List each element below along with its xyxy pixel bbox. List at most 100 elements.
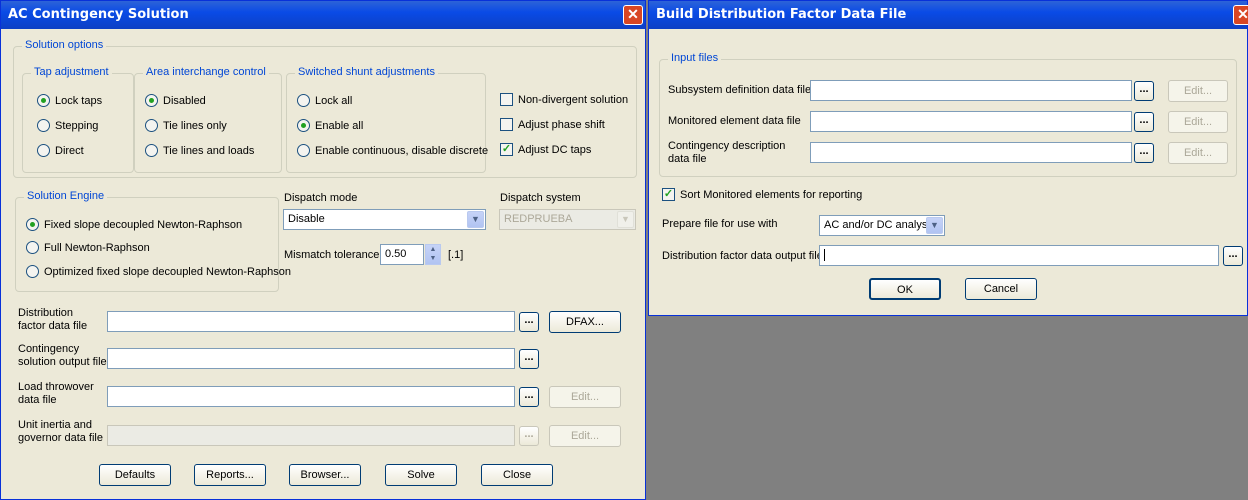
- radio-icon: [297, 144, 310, 157]
- subsystem-file-input[interactable]: [810, 80, 1132, 101]
- output-label: Distribution factor data output file: [662, 250, 823, 262]
- file-label: Contingency description data file: [668, 140, 786, 165]
- edit-button[interactable]: Edit...: [1168, 142, 1228, 164]
- sort-monitored-checkbox[interactable]: ✓ Sort Monitored elements for reporting: [662, 188, 862, 201]
- radio-icon: [297, 94, 310, 107]
- checkbox-icon: [500, 118, 513, 131]
- radio-label: Tie lines and loads: [163, 144, 255, 157]
- edit-button[interactable]: Edit...: [549, 386, 621, 408]
- load-throwover-input[interactable]: [107, 386, 515, 407]
- radio-enable-all[interactable]: Enable all: [297, 119, 363, 132]
- radio-label: Stepping: [55, 119, 99, 132]
- dfax-button[interactable]: DFAX...: [549, 311, 621, 333]
- browse-button[interactable]: ...: [519, 426, 539, 446]
- file-label: Distribution factor data file: [18, 307, 88, 332]
- window-title: AC Contingency Solution: [1, 1, 645, 29]
- dispatch-system-label: Dispatch system: [500, 192, 581, 204]
- radio-label: Lock taps: [55, 94, 103, 107]
- close-icon[interactable]: ✕: [623, 5, 643, 25]
- radio-stepping[interactable]: Stepping: [37, 119, 98, 132]
- browse-button[interactable]: ...: [1134, 143, 1154, 163]
- close-icon[interactable]: ✕: [1233, 5, 1248, 25]
- edit-button[interactable]: Edit...: [1168, 111, 1228, 133]
- radio-label: Optimized fixed slope decoupled Newton-R…: [44, 265, 292, 278]
- file-label: Monitored element data file: [668, 115, 801, 127]
- radio-lock-taps[interactable]: Lock taps: [37, 94, 102, 107]
- checkbox-adjust-phase-shift[interactable]: Adjust phase shift: [500, 118, 605, 131]
- checkbox-label: Adjust DC taps: [518, 143, 592, 156]
- radio-label: Tie lines only: [163, 119, 227, 132]
- radio-tie-lines-only[interactable]: Tie lines only: [145, 119, 227, 132]
- radio-label: Direct: [55, 144, 84, 157]
- browse-button[interactable]: ...: [1223, 246, 1243, 266]
- input-files-group: Input files Subsystem definition data fi…: [659, 52, 1237, 177]
- prepare-select[interactable]: AC and/or DC analysis ▼: [819, 215, 945, 236]
- browse-button[interactable]: ...: [519, 349, 539, 369]
- radio-fixed-slope[interactable]: Fixed slope decoupled Newton-Raphson: [26, 218, 242, 231]
- browse-button[interactable]: ...: [519, 387, 539, 407]
- close-button[interactable]: Close: [481, 464, 553, 486]
- radio-optimized[interactable]: Optimized fixed slope decoupled Newton-R…: [26, 265, 291, 278]
- browse-button[interactable]: ...: [519, 312, 539, 332]
- radio-selected-icon: [297, 119, 310, 132]
- spin-arrows-icon[interactable]: ▲ ▼: [425, 244, 441, 265]
- dfax-file-input[interactable]: [107, 311, 515, 332]
- radio-label: Enable continuous, disable discrete: [315, 144, 489, 157]
- prepare-label: Prepare file for use with: [662, 218, 778, 230]
- browser-button[interactable]: Browser...: [289, 464, 361, 486]
- radio-icon: [37, 119, 50, 132]
- group-title: Area interchange control: [143, 66, 269, 78]
- radio-icon: [145, 144, 158, 157]
- group-title: Solution Engine: [24, 190, 108, 202]
- group-title: Input files: [668, 52, 722, 64]
- contingency-output-input[interactable]: [107, 348, 515, 369]
- solution-engine-group: Solution Engine Fixed slope decoupled Ne…: [15, 190, 291, 292]
- select-value: Disable: [288, 213, 325, 225]
- defaults-button[interactable]: Defaults: [99, 464, 171, 486]
- reports-button[interactable]: Reports...: [194, 464, 266, 486]
- radio-icon: [37, 144, 50, 157]
- monitored-file-input[interactable]: [810, 111, 1132, 132]
- group-title: Tap adjustment: [31, 66, 112, 78]
- browse-button[interactable]: ...: [1134, 81, 1154, 101]
- solve-button[interactable]: Solve: [385, 464, 457, 486]
- group-title: Solution options: [22, 39, 107, 51]
- file-label: Contingency solution output file: [18, 343, 107, 368]
- mismatch-unit: [.1]: [448, 249, 464, 261]
- dispatch-mode-label: Dispatch mode: [284, 192, 358, 204]
- chevron-down-icon: ▼: [926, 217, 943, 234]
- ac-contingency-window: AC Contingency Solution ✕ Solution optio…: [0, 0, 646, 500]
- solution-options-group: Solution options Tap adjustment Lock tap…: [13, 39, 637, 178]
- chevron-down-icon: ▼: [617, 211, 634, 228]
- output-file-input[interactable]: [819, 245, 1219, 266]
- contingency-file-input[interactable]: [810, 142, 1132, 163]
- check-icon: ✓: [500, 143, 513, 156]
- dispatch-mode-select[interactable]: Disable ▼: [283, 209, 486, 230]
- select-value: AC and/or DC analysis: [824, 219, 936, 231]
- checkbox-adjust-dc-taps[interactable]: ✓ Adjust DC taps: [500, 143, 591, 156]
- checkbox-non-divergent[interactable]: Non-divergent solution: [500, 93, 628, 106]
- mismatch-label: Mismatch tolerance: [284, 249, 380, 261]
- browse-button[interactable]: ...: [1134, 112, 1154, 132]
- radio-lock-all[interactable]: Lock all: [297, 94, 352, 107]
- radio-selected-icon: [26, 218, 39, 231]
- file-label: Unit inertia and governor data file: [18, 419, 103, 444]
- build-dfax-window: Build Distribution Factor Data File ✕ In…: [648, 0, 1248, 316]
- mismatch-input[interactable]: 0.50: [380, 244, 424, 265]
- window-title: Build Distribution Factor Data File: [649, 1, 1247, 29]
- file-label: Subsystem definition data file: [668, 84, 812, 96]
- radio-selected-icon: [145, 94, 158, 107]
- radio-full-newton[interactable]: Full Newton-Raphson: [26, 241, 150, 254]
- ok-button[interactable]: OK: [869, 278, 941, 300]
- unit-inertia-input[interactable]: [107, 425, 515, 446]
- radio-direct[interactable]: Direct: [37, 144, 84, 157]
- cancel-button[interactable]: Cancel: [965, 278, 1037, 300]
- radio-tie-lines-and-loads[interactable]: Tie lines and loads: [145, 144, 254, 157]
- radio-enable-continuous[interactable]: Enable continuous, disable discrete: [297, 144, 488, 157]
- chevron-down-icon: ▼: [467, 211, 484, 228]
- dispatch-system-select[interactable]: REDPRUEBA ▼: [499, 209, 636, 230]
- radio-disabled[interactable]: Disabled: [145, 94, 206, 107]
- group-title: Switched shunt adjustments: [295, 66, 438, 78]
- edit-button[interactable]: Edit...: [1168, 80, 1228, 102]
- edit-button[interactable]: Edit...: [549, 425, 621, 447]
